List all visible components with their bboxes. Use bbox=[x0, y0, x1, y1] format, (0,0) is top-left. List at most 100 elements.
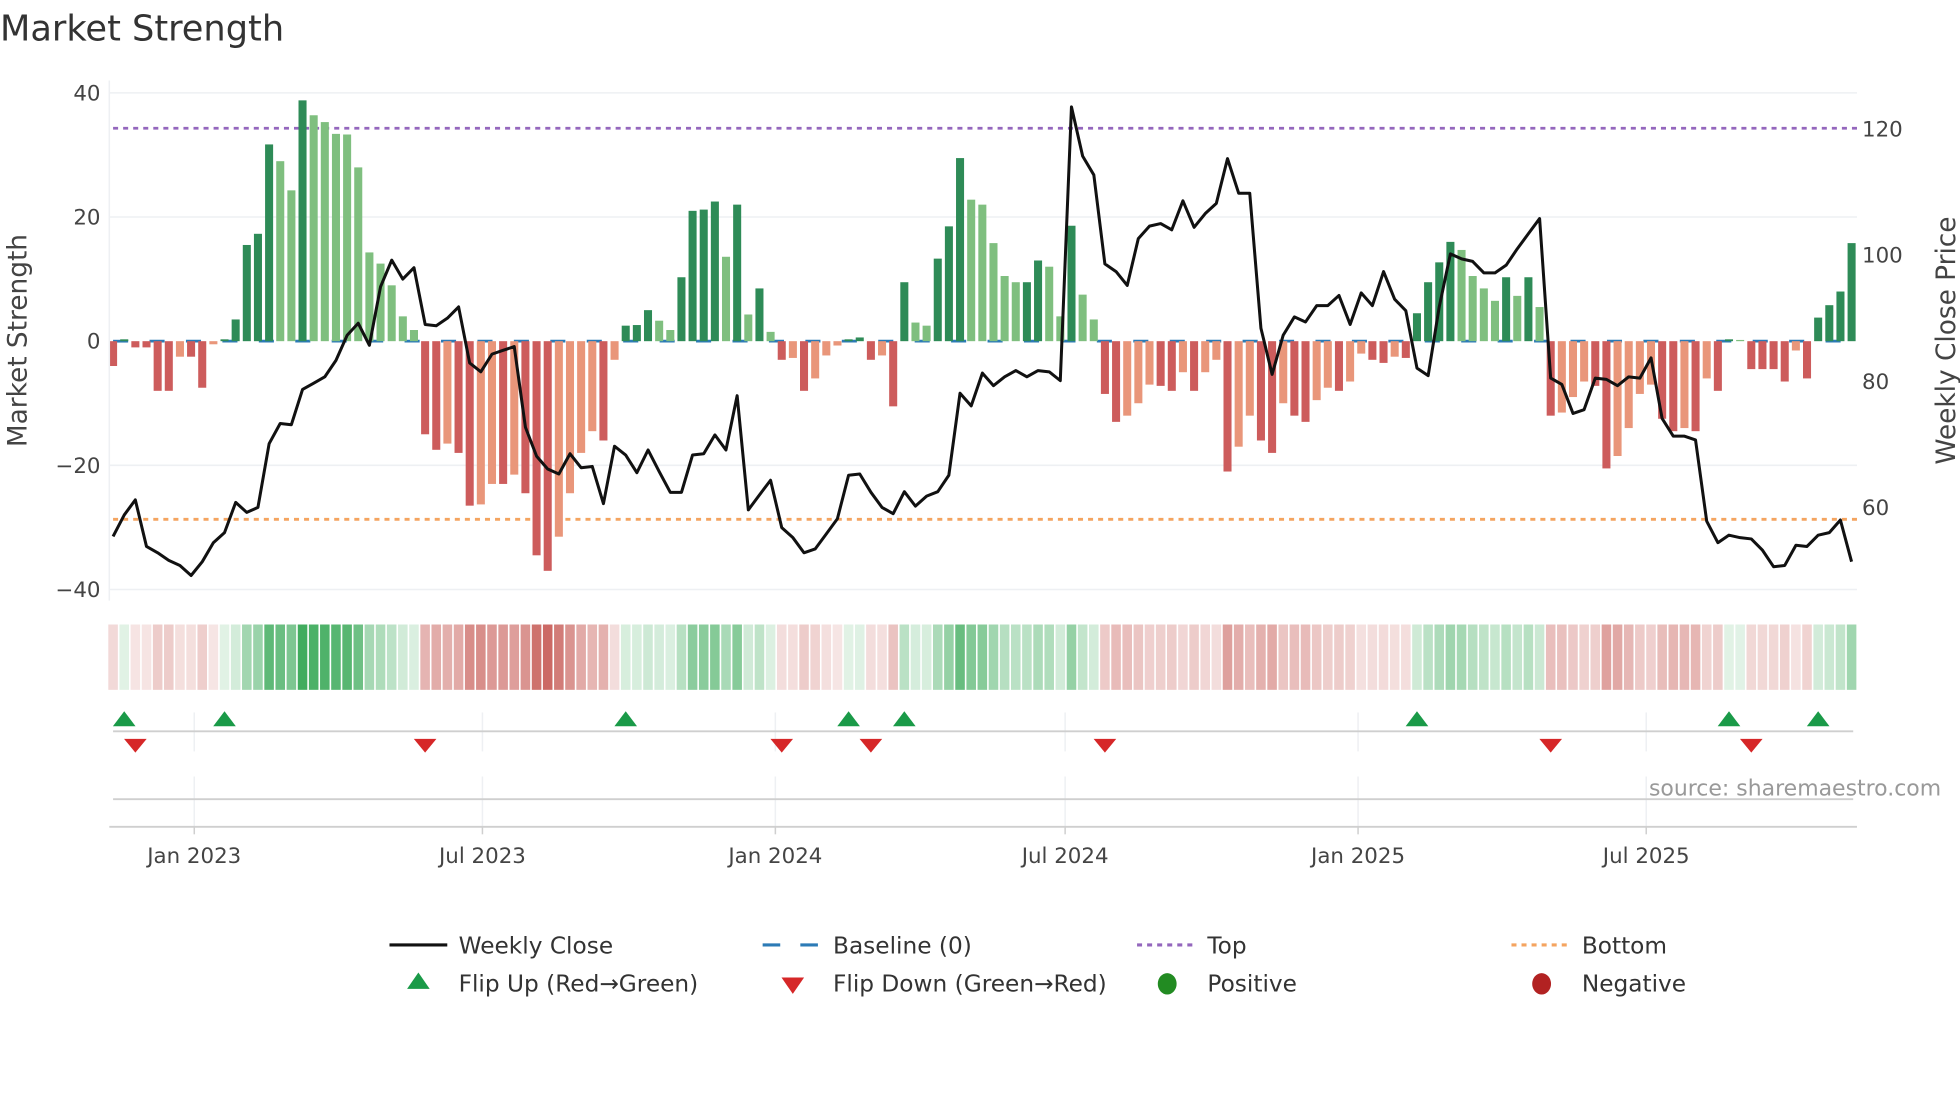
strength-bar bbox=[1825, 305, 1834, 342]
heat-cell bbox=[130, 624, 141, 690]
strength-bar bbox=[1334, 341, 1343, 391]
strength-bar bbox=[989, 243, 998, 342]
heat-cell bbox=[687, 624, 698, 690]
strength-bar bbox=[766, 331, 775, 342]
heat-cell bbox=[944, 624, 954, 690]
strength-bar bbox=[487, 341, 497, 484]
heat-cell bbox=[1055, 624, 1066, 690]
strength-bar bbox=[443, 341, 452, 444]
strength-bar bbox=[1390, 341, 1399, 357]
heat-cell bbox=[464, 624, 475, 690]
heat-cell bbox=[632, 624, 642, 690]
heat-cell bbox=[565, 624, 575, 690]
strength-bar bbox=[1669, 341, 1678, 432]
x-tick-label: Jan 2023 bbox=[145, 844, 241, 869]
strength-bar bbox=[320, 122, 329, 342]
strength-bar bbox=[142, 341, 151, 348]
heat-cell bbox=[643, 624, 653, 690]
heat-cell bbox=[1713, 624, 1723, 690]
strength-bar bbox=[1568, 341, 1578, 398]
strength-bar bbox=[1223, 341, 1232, 472]
strength-bar bbox=[1301, 341, 1310, 422]
strength-bar bbox=[1780, 341, 1789, 382]
heat-cell bbox=[1802, 624, 1812, 690]
strength-bar bbox=[944, 226, 953, 342]
heat-cell bbox=[531, 624, 542, 690]
strength-bar bbox=[889, 341, 898, 407]
heat-cell bbox=[1222, 624, 1233, 690]
strength-bar bbox=[298, 100, 307, 342]
strength-bar bbox=[265, 144, 274, 342]
heat-cell bbox=[910, 624, 921, 690]
strength-bar bbox=[599, 341, 608, 441]
strength-bar bbox=[1836, 291, 1845, 342]
strength-bar bbox=[1524, 277, 1533, 342]
flip-down-marker bbox=[859, 738, 883, 753]
heat-cell bbox=[1623, 624, 1634, 690]
heat-cell bbox=[108, 624, 118, 690]
strength-bar bbox=[253, 233, 262, 342]
strength-bar bbox=[1412, 313, 1421, 342]
heat-cell bbox=[1423, 624, 1433, 690]
heat-cell bbox=[375, 624, 386, 690]
strength-bar bbox=[643, 310, 653, 342]
strength-bar bbox=[1502, 277, 1511, 342]
strength-bar bbox=[1457, 249, 1466, 342]
heat-cell bbox=[1345, 624, 1355, 690]
heat-cell bbox=[1824, 624, 1835, 690]
heat-cell bbox=[164, 624, 174, 690]
heat-cell bbox=[1579, 624, 1589, 690]
flip-down-marker bbox=[1539, 738, 1563, 753]
heat-cell bbox=[219, 624, 230, 690]
flip-up-marker bbox=[112, 711, 136, 727]
heat-cell bbox=[476, 624, 486, 690]
strength-bar bbox=[1323, 341, 1332, 388]
heat-cell bbox=[186, 624, 196, 690]
strength-bar bbox=[1089, 319, 1098, 342]
strength-bar bbox=[1156, 341, 1165, 386]
strength-bar bbox=[309, 115, 318, 342]
heat-cell bbox=[1467, 624, 1478, 690]
heat-cell bbox=[1791, 624, 1801, 690]
heat-cell bbox=[810, 624, 820, 690]
heat-cell bbox=[1512, 624, 1523, 690]
strength-bar bbox=[699, 209, 708, 342]
strength-bar bbox=[933, 258, 942, 342]
heat-cell bbox=[754, 624, 765, 690]
flip-down-marker bbox=[413, 738, 437, 753]
strength-bar bbox=[109, 341, 118, 367]
y-axis-left-title: Market Strength bbox=[3, 234, 33, 447]
strength-bar bbox=[1557, 341, 1566, 413]
y-tick-left: 0 bbox=[87, 330, 101, 355]
strength-bar bbox=[800, 341, 809, 391]
strength-bar bbox=[1379, 341, 1388, 363]
heat-cell bbox=[1568, 624, 1578, 690]
heat-cell bbox=[1846, 624, 1857, 690]
strength-bar bbox=[1245, 341, 1254, 416]
flip-down-marker bbox=[1093, 738, 1117, 753]
heat-cell bbox=[1245, 624, 1255, 690]
heat-cell bbox=[721, 624, 731, 690]
y-tick-left: 20 bbox=[73, 206, 100, 231]
strength-bar bbox=[1401, 341, 1410, 358]
strength-bar bbox=[187, 341, 196, 357]
heat-cell bbox=[732, 624, 742, 690]
heat-cell bbox=[297, 624, 308, 690]
strength-bar bbox=[1256, 341, 1265, 441]
heat-cell bbox=[1300, 624, 1311, 690]
strength-bar bbox=[209, 341, 218, 345]
strength-bar bbox=[1201, 341, 1210, 373]
strength-bar bbox=[632, 325, 641, 342]
heat-cell bbox=[1657, 624, 1667, 690]
heat-cell bbox=[242, 624, 252, 690]
heat-cell bbox=[1122, 624, 1132, 690]
strength-bar bbox=[1758, 341, 1767, 370]
strength-bar bbox=[454, 341, 463, 453]
legend-baseline: Baseline (0) bbox=[833, 933, 972, 960]
heat-cell bbox=[175, 624, 185, 690]
y-tick-right: 100 bbox=[1862, 244, 1903, 269]
strength-bar bbox=[220, 339, 229, 342]
x-tick-label: Jan 2024 bbox=[726, 844, 822, 869]
heat-cell bbox=[1813, 624, 1823, 690]
heat-cell bbox=[1701, 624, 1712, 690]
